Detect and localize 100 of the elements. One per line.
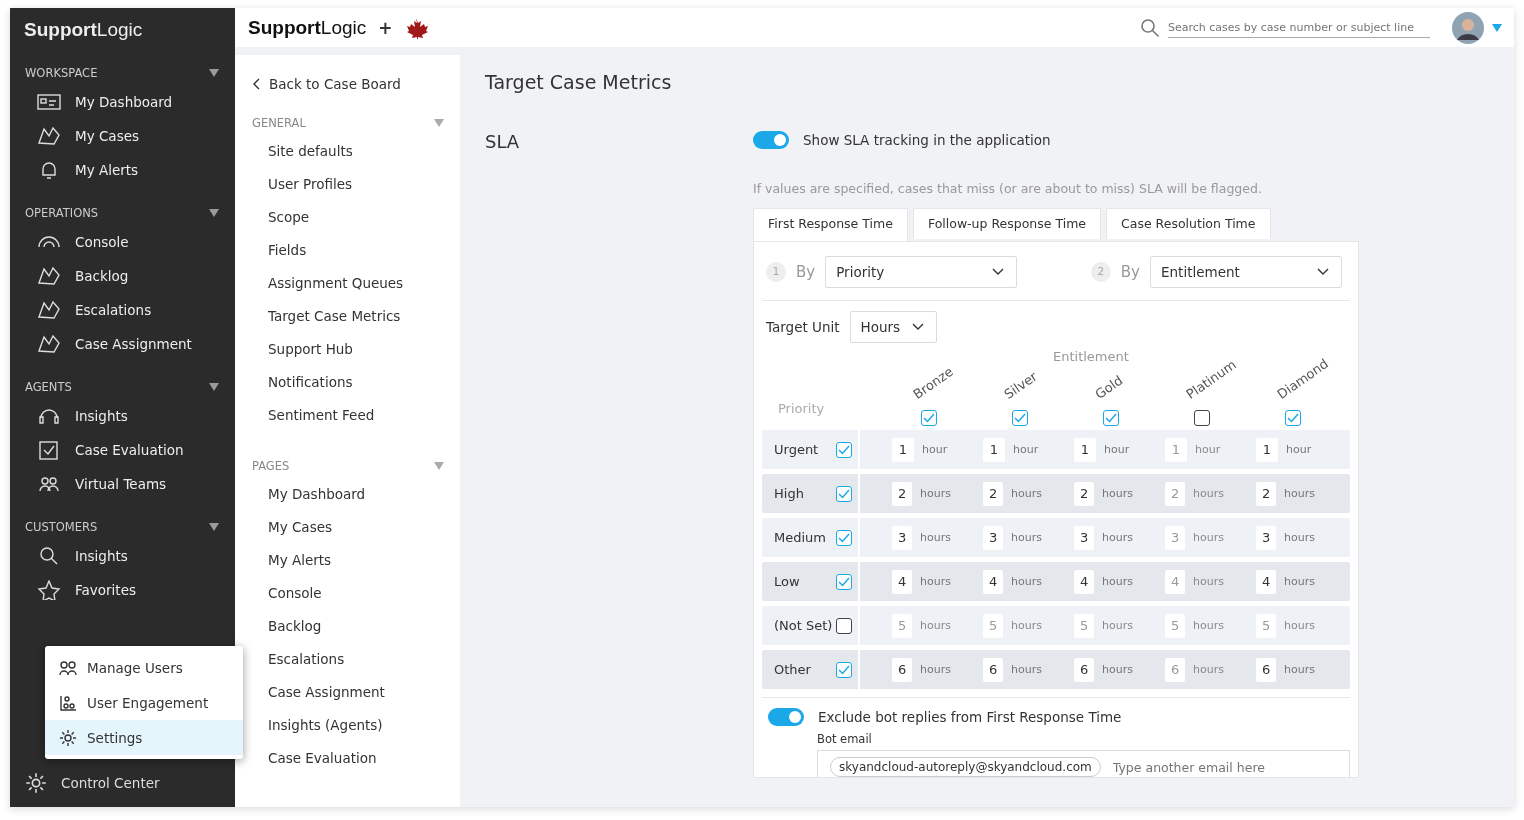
number-field[interactable]: 2 [1256, 481, 1277, 506]
checkbox[interactable] [836, 573, 852, 590]
number-field[interactable]: 3 [1256, 525, 1277, 550]
nav-item[interactable]: User Profiles [235, 168, 460, 201]
tab[interactable]: Follow-up Response Time [912, 208, 1102, 239]
menu-item[interactable]: User Engagement [45, 685, 243, 720]
menu-item[interactable]: Settings [45, 720, 243, 755]
nav-item[interactable]: My Dashboard [10, 85, 235, 119]
row-label: (Not Set) [774, 618, 833, 633]
row-label: Medium [774, 530, 826, 545]
unit-label: hour [1104, 443, 1130, 456]
nav-item[interactable]: Insights [10, 539, 235, 573]
number-field[interactable]: 2 [983, 481, 1004, 506]
nav-item[interactable]: My Cases [10, 119, 235, 153]
nav-item[interactable]: Favorites [10, 573, 235, 607]
unit-label: hours [1284, 531, 1315, 544]
section-title: OPERATIONS [25, 206, 99, 220]
number-field[interactable]: 6 [1074, 657, 1095, 682]
unit-label: hours [920, 663, 951, 676]
checkbox[interactable] [1012, 410, 1028, 426]
checkbox[interactable] [836, 661, 852, 678]
number-field[interactable]: 4 [1256, 569, 1277, 594]
caret-icon[interactable] [434, 462, 444, 470]
nav-item[interactable]: My Dashboard [235, 478, 460, 511]
caret-icon[interactable] [434, 119, 444, 127]
nav-item[interactable]: Backlog [10, 259, 235, 293]
unit-label: hours [1011, 619, 1042, 632]
number-field[interactable]: 4 [983, 569, 1004, 594]
dropdown[interactable]: Hours [849, 311, 938, 343]
checkbox[interactable] [1194, 410, 1210, 426]
caret-icon[interactable] [209, 383, 219, 391]
nav-item[interactable]: Virtual Teams [10, 467, 235, 501]
nav-item[interactable]: Assignment Queues [235, 267, 460, 300]
number-field[interactable]: 1 [983, 437, 1005, 462]
users-icon [59, 659, 77, 676]
section-title: AGENTS [25, 380, 72, 394]
nav-item[interactable]: My Alerts [10, 153, 235, 187]
caret-icon[interactable] [209, 69, 219, 77]
unit-label: hour [1195, 443, 1221, 456]
chevron-down-icon [1317, 268, 1329, 276]
checkbox[interactable] [836, 617, 852, 634]
number-field[interactable]: 3 [892, 525, 913, 550]
nav-item[interactable]: Control Center [10, 766, 160, 800]
nav-item[interactable]: Case Evaluation [10, 433, 235, 467]
nav-item[interactable]: Fields [235, 234, 460, 267]
unit-label: hours [1102, 487, 1133, 500]
toggle-switch[interactable] [753, 131, 789, 149]
number-field[interactable]: 1 [1256, 437, 1278, 462]
checkbox[interactable] [836, 529, 852, 546]
number-field[interactable]: 4 [1074, 569, 1095, 594]
toggle-switch[interactable] [768, 708, 804, 726]
nav-item[interactable]: Console [10, 225, 235, 259]
caret-icon[interactable] [1492, 23, 1502, 32]
tab[interactable]: First Response Time [753, 208, 908, 241]
field-label: Bot email [817, 732, 873, 746]
number-field[interactable]: 6 [1256, 657, 1277, 682]
checkbox[interactable] [836, 441, 852, 458]
number-field[interactable]: 6 [983, 657, 1004, 682]
back-link[interactable]: Back to Case Board [235, 75, 460, 93]
nav-item[interactable]: Sentiment Feed [235, 399, 460, 432]
number-field[interactable]: 6 [892, 657, 913, 682]
checkbox[interactable] [921, 410, 937, 426]
star-icon [37, 580, 61, 600]
nav-item[interactable]: Target Case Metrics [235, 300, 460, 333]
unit-label: hours [1102, 531, 1133, 544]
caret-icon[interactable] [209, 209, 219, 217]
section-title: SLA [485, 131, 521, 154]
row-label: Urgent [774, 442, 819, 457]
nav-item[interactable]: My Alerts [235, 544, 460, 577]
dropdown[interactable]: Entitlement [1150, 256, 1342, 288]
nav-item[interactable]: Backlog [235, 610, 460, 643]
number-field[interactable]: 2 [892, 481, 913, 506]
nav-item[interactable]: Insights [10, 399, 235, 433]
nav-item[interactable]: Escalations [10, 293, 235, 327]
menu-item[interactable]: Manage Users [45, 650, 243, 685]
checkbox[interactable] [1103, 410, 1119, 426]
checkbox[interactable] [1285, 410, 1301, 426]
number-field[interactable]: 3 [983, 525, 1004, 550]
number-field[interactable]: 4 [892, 569, 913, 594]
by-label: By [796, 263, 816, 281]
email-field[interactable]: skyandcloud-autoreply@skyandcloud.com Type another email here [817, 750, 1350, 777]
avatar[interactable] [1452, 11, 1484, 44]
nav-item[interactable]: Notifications [235, 366, 460, 399]
logo: SupportLogic [248, 16, 367, 39]
team-icon [37, 474, 61, 494]
nav-item[interactable]: Case Assignment [10, 327, 235, 361]
number-field[interactable]: 1 [892, 437, 914, 462]
chevron-left-icon [252, 78, 260, 90]
checkbox[interactable] [836, 485, 852, 502]
tab[interactable]: Case Resolution Time [1106, 208, 1271, 239]
nav-item[interactable]: Scope [235, 201, 460, 234]
number-field[interactable]: 3 [1074, 525, 1095, 550]
nav-item[interactable]: Support Hub [235, 333, 460, 366]
dropdown[interactable]: Priority [825, 256, 1018, 288]
number-field[interactable]: 1 [1074, 437, 1096, 462]
nav-item[interactable]: My Cases [235, 511, 460, 544]
nav-item[interactable]: Console [235, 577, 460, 610]
nav-item[interactable]: Site defaults [235, 135, 460, 168]
caret-icon[interactable] [209, 523, 219, 531]
number-field[interactable]: 2 [1074, 481, 1095, 506]
